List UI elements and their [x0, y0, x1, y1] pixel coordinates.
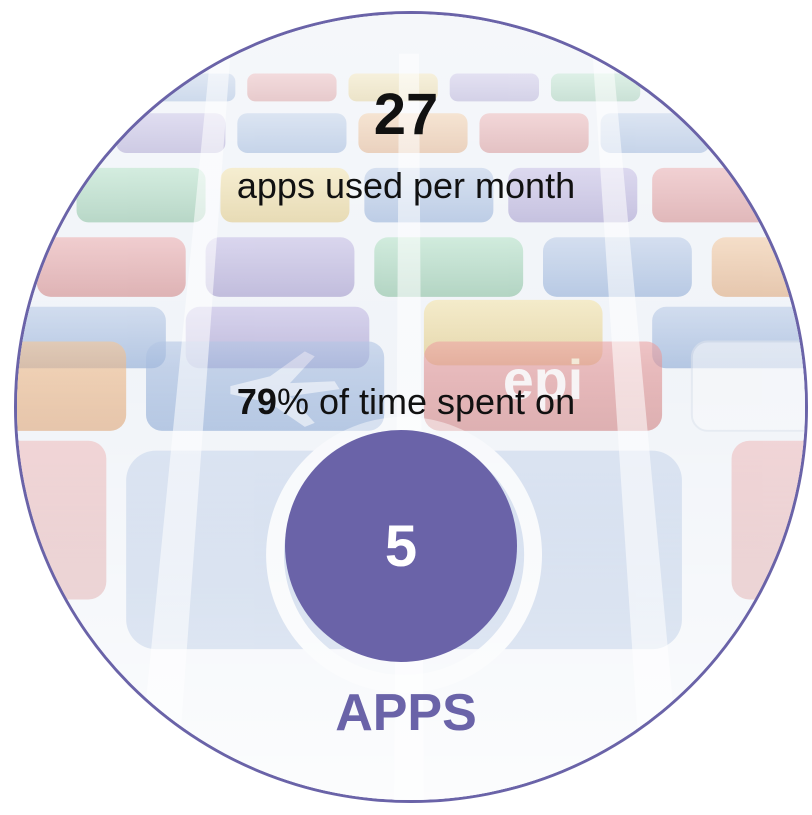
time-spent-label: % of time spent on: [276, 381, 576, 422]
time-spent-line: 79% of time spent on: [0, 380, 812, 423]
apps-count-circle: 5: [285, 430, 517, 662]
apps-count-number: 5: [384, 513, 418, 579]
monthly-apps-number: 27: [373, 82, 439, 147]
monthly-apps-label: apps used per month: [236, 165, 576, 206]
time-percent: 79: [236, 381, 277, 422]
apps-label: APPS: [335, 684, 477, 742]
